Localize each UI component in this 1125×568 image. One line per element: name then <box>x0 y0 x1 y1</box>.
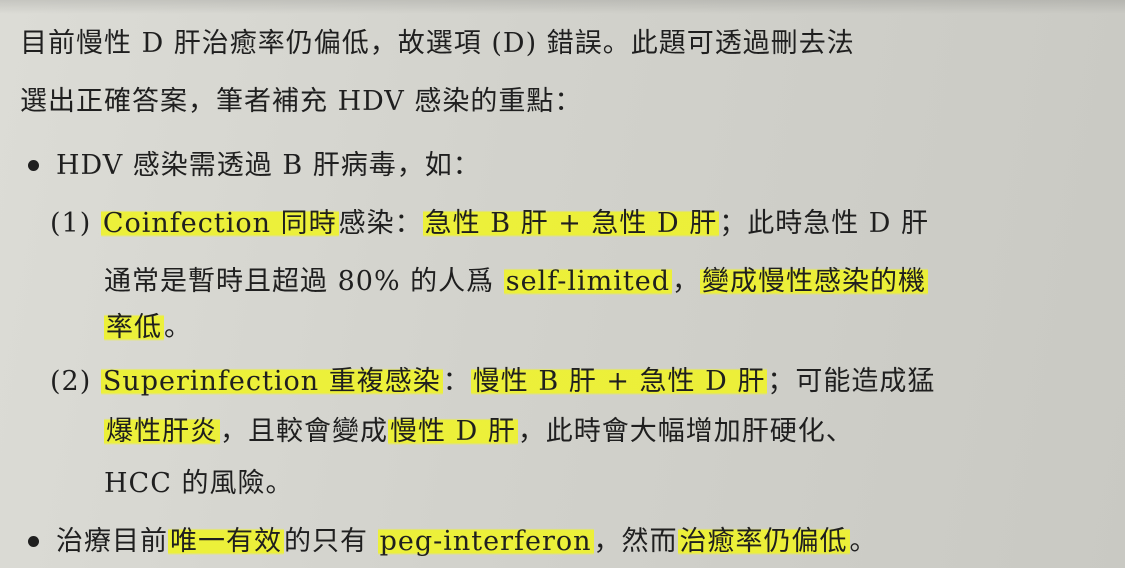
item-2-line-3: HCC 的風險。 <box>104 464 293 504</box>
item-1-line-3: 率低。 <box>104 308 192 348</box>
item-2-line-2-mid: ，且較會變成 <box>220 416 388 447</box>
item-1-line-3-post: 。 <box>164 312 192 343</box>
item-1-line-2-mid: ， <box>672 266 701 297</box>
item-2-term-highlight: Superinfection 重複感染 <box>100 366 443 397</box>
bullet-2-peg-interferon: peg-interferon <box>377 526 594 557</box>
bullet-2-mid-2: ，然而 <box>593 526 678 557</box>
item-2-line-2-highlight: 爆性肝炎 <box>104 416 220 447</box>
bullet-2: 治療目前唯一有效的只有 peg-interferon，然而治癒率仍偏低。 <box>56 522 878 562</box>
item-2-number: (2) <box>50 366 92 397</box>
paragraph-text-1: 目前慢性 D 肝治癒率仍偏低，故選項 (D) 錯誤。此題可透過刪去法 <box>20 28 855 59</box>
item-1-after-phrase: ；此時急性 D 肝 <box>719 208 930 239</box>
item-2-term-zh: 重複感染 <box>328 366 441 397</box>
item-2-line-2: 爆性肝炎，且較會變成慢性 D 肝，此時會大幅增加肝硬化、 <box>104 412 854 452</box>
bullet-2-highlight-3: 治癒率仍偏低 <box>677 526 850 557</box>
item-2-after-phrase: ；可能造成猛 <box>767 366 936 397</box>
bullet-1-text: HDV 感染需透過 B 肝病毒，如： <box>56 150 481 181</box>
bullet-dot <box>28 160 39 171</box>
item-2-colon: ： <box>442 366 471 397</box>
bullet-2-highlight-1: 唯一有效 <box>168 526 284 557</box>
item-1-line-2-highlight: 變成慢性感染的機 <box>700 266 929 297</box>
bullet-dot <box>28 536 39 547</box>
item-1-number: (1) <box>50 208 92 239</box>
item-2-phrase-highlight: 慢性 B 肝 + 急性 D 肝 <box>470 366 768 397</box>
paragraph-line-1: 目前慢性 D 肝治癒率仍偏低，故選項 (D) 錯誤。此題可透過刪去法 <box>20 24 855 64</box>
item-2-line-3-text: HCC 的風險。 <box>104 468 294 499</box>
paragraph-line-2: 選出正確答案，筆者補充 HDV 感染的重點： <box>20 82 582 122</box>
item-2-line-2-highlight-2: 慢性 D 肝 <box>388 416 518 447</box>
paragraph-text-2: 選出正確答案，筆者補充 HDV 感染的重點： <box>20 86 583 117</box>
item-1-term-zh: 同時 <box>280 208 337 239</box>
bullet-2-post: 。 <box>849 526 878 557</box>
item-1-line-2: 通常是暫時且超過 80% 的人爲 self-limited，變成慢性感染的機 <box>104 262 929 302</box>
item-1-line-3-highlight: 率低 <box>104 312 164 343</box>
item-1-self-limited: self-limited <box>503 266 673 297</box>
bullet-2-pre: 治療目前 <box>56 526 168 557</box>
document-page: 目前慢性 D 肝治癒率仍偏低，故選項 (D) 錯誤。此題可透過刪去法 選出正確答… <box>0 0 1125 568</box>
item-1-line-1: (1) Coinfection 同時感染：急性 B 肝 + 急性 D 肝；此時急… <box>50 204 929 244</box>
item-1-term-zh-rest: 感染： <box>338 208 423 239</box>
page-edge-shadow <box>0 0 1125 14</box>
item-2-line-1: (2) Superinfection 重複感染：慢性 B 肝 + 急性 D 肝；… <box>50 362 935 402</box>
item-1-term: Coinfection <box>102 208 272 239</box>
item-2-line-2-post: ，此時會大幅增加肝硬化、 <box>517 416 854 447</box>
item-2-term: Superinfection <box>102 366 320 397</box>
bullet-2-mid-1: 的只有 <box>284 526 368 557</box>
item-1-phrase-highlight: 急性 B 肝 + 急性 D 肝 <box>422 208 720 239</box>
bullet-1: HDV 感染需透過 B 肝病毒，如： <box>56 146 481 186</box>
item-1-line-2-pre: 通常是暫時且超過 80% 的人爲 <box>104 266 495 297</box>
item-1-term-highlight: Coinfection 同時 <box>100 208 339 239</box>
